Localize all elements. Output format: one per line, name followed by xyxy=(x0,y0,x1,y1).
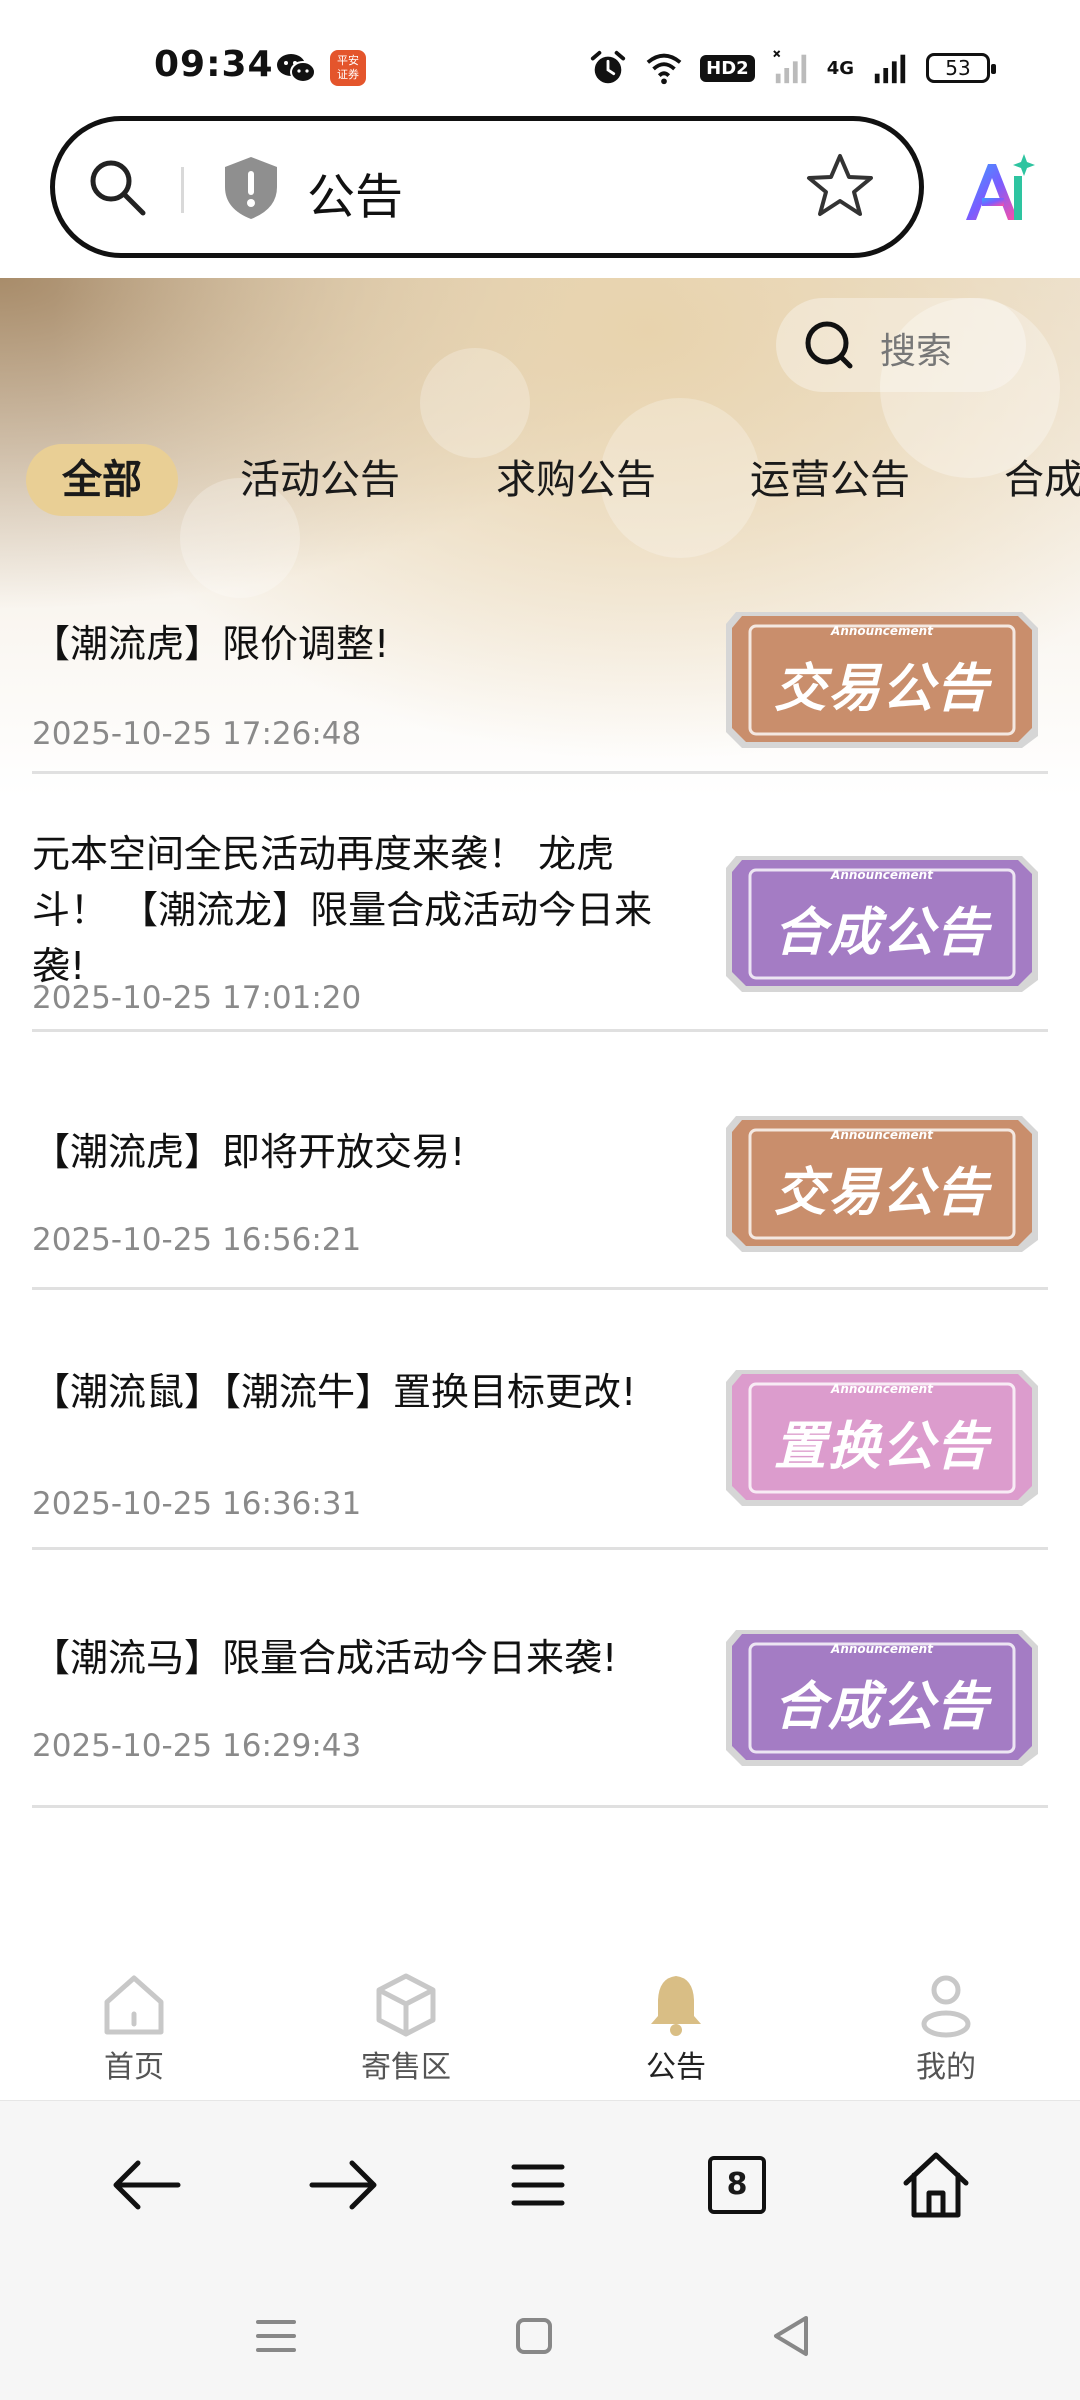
recent-apps-icon[interactable] xyxy=(246,2306,306,2366)
badge-label: 合成公告 xyxy=(773,903,990,963)
nav-label: 寄售区 xyxy=(361,2050,451,2085)
announcement-badge: Announcement 合成公告 xyxy=(722,846,1042,996)
search-icon[interactable] xyxy=(85,155,149,219)
box-icon xyxy=(376,1973,436,2037)
status-icons: HD2 4G 53 xyxy=(588,48,996,88)
badge-label: 交易公告 xyxy=(773,1163,990,1223)
home-icon xyxy=(104,1975,164,2035)
app-bottom-nav: 首页 寄售区 公告 我的 xyxy=(0,1960,1080,2100)
announcement-date: 2025-10-25 17:01:20 xyxy=(32,980,362,1016)
system-nav-bar xyxy=(0,2260,1080,2400)
hd-voice-badge: HD2 xyxy=(700,54,755,82)
announcement-item[interactable]: 【潮流鼠】【潮流牛】置换目标更改! 2025-10-25 16:36:31 An… xyxy=(32,1290,1048,1550)
signal-weak-icon xyxy=(772,50,806,84)
back-arrow-icon[interactable] xyxy=(108,2145,188,2225)
announcement-date: 2025-10-25 16:29:43 xyxy=(32,1728,362,1764)
announcement-badge: Announcement 交易公告 xyxy=(722,602,1042,752)
address-divider xyxy=(181,167,184,213)
announcement-badge: Announcement 交易公告 xyxy=(722,1106,1042,1256)
announcement-item[interactable]: 元本空间全民活动再度来袭！ 龙虎斗！ 【潮流龙】限量合成活动今日来袭! 2025… xyxy=(32,774,1048,1032)
announcement-title: 【潮流鼠】【潮流牛】置换目标更改! xyxy=(32,1370,637,1414)
announcement-search-button[interactable]: 搜索 xyxy=(776,298,1026,392)
home-square-icon[interactable] xyxy=(504,2306,564,2366)
badge-subtitle: Announcement xyxy=(831,624,933,638)
battery-indicator: 53 xyxy=(926,53,996,83)
search-label: 搜索 xyxy=(880,331,953,372)
nav-label: 我的 xyxy=(916,2050,976,2085)
tab-purchase[interactable]: 求购公告 xyxy=(496,444,656,516)
tabs-count-button[interactable]: 8 xyxy=(708,2156,766,2214)
announcement-date: 2025-10-25 16:56:21 xyxy=(32,1222,362,1258)
badge-subtitle: Announcement xyxy=(831,1382,933,1396)
nav-label: 首页 xyxy=(104,2050,164,2085)
security-shield-icon[interactable] xyxy=(221,155,281,221)
search-icon xyxy=(805,321,853,369)
badge-label: 合成公告 xyxy=(773,1677,990,1737)
nav-home[interactable]: 首页 xyxy=(44,1960,224,2100)
announcement-date: 2025-10-25 17:26:48 xyxy=(32,716,362,752)
category-tabs: 全部 活动公告 求购公告 运营公告 合成公告 xyxy=(0,444,1080,524)
announcement-date: 2025-10-25 16:36:31 xyxy=(32,1486,362,1522)
bell-icon xyxy=(651,1976,701,2036)
badge-subtitle: Announcement xyxy=(831,868,933,882)
wifi-icon xyxy=(646,53,682,85)
user-icon xyxy=(921,1975,971,2038)
nav-announcements[interactable]: 公告 xyxy=(586,1960,766,2100)
back-triangle-icon[interactable] xyxy=(762,2306,822,2366)
menu-icon[interactable] xyxy=(498,2145,578,2225)
badge-label: 置换公告 xyxy=(773,1417,990,1477)
status-time: 09:34 xyxy=(154,44,274,85)
announcement-item[interactable]: 【潮流马】限量合成活动今日来袭! 2025-10-25 16:29:43 Ann… xyxy=(32,1550,1048,1808)
browser-toolbar xyxy=(0,2100,1080,2260)
tab-synthesis[interactable]: 合成公告 xyxy=(1004,444,1080,516)
badge-label: 交易公告 xyxy=(773,659,990,719)
tab-activity[interactable]: 活动公告 xyxy=(240,444,400,516)
announcement-badge: Announcement 合成公告 xyxy=(722,1620,1042,1770)
announcement-item[interactable]: 【潮流虎】即将开放交易! 2025-10-25 16:56:21 Announc… xyxy=(32,1032,1048,1290)
announcement-title: 【潮流马】限量合成活动今日来袭! xyxy=(32,1636,618,1680)
address-bar[interactable]: 公告 xyxy=(50,116,924,258)
nav-label: 公告 xyxy=(646,2050,706,2085)
securities-app-badge-text: 平安 证券 xyxy=(337,54,359,81)
signal-strong-icon xyxy=(874,54,906,84)
announcement-badge: Announcement 置换公告 xyxy=(722,1360,1042,1510)
securities-app-icon: 平安 证券 xyxy=(330,50,366,86)
nav-consignment[interactable]: 寄售区 xyxy=(316,1960,496,2100)
badge-subtitle: Announcement xyxy=(831,1642,933,1656)
ai-assistant-icon[interactable] xyxy=(958,150,1038,230)
nav-mine[interactable]: 我的 xyxy=(856,1960,1036,2100)
badge-subtitle: Announcement xyxy=(831,1128,933,1142)
alarm-icon xyxy=(591,50,626,84)
bookmark-star-icon[interactable] xyxy=(805,151,875,221)
status-bar: 09:34 平安 证券 HD2 4G 53 xyxy=(0,0,1080,110)
tab-all[interactable]: 全部 xyxy=(26,444,178,516)
battery-level: 53 xyxy=(945,56,971,80)
announcement-title: 【潮流虎】即将开放交易! xyxy=(32,1130,466,1174)
announcement-title: 元本空间全民活动再度来袭！ 龙虎斗！ 【潮流龙】限量合成活动今日来袭! xyxy=(32,832,653,988)
wechat-icon xyxy=(277,54,316,83)
announcement-item[interactable]: 【潮流虎】限价调整! 2025-10-25 17:26:48 Announcem… xyxy=(32,560,1048,774)
forward-arrow-icon[interactable] xyxy=(302,2145,382,2225)
announcement-title: 【潮流虎】限价调整! xyxy=(32,622,390,666)
tab-operations[interactable]: 运营公告 xyxy=(750,444,910,516)
network-type-label: 4G xyxy=(826,57,854,79)
home-page-icon[interactable] xyxy=(896,2145,976,2225)
address-text[interactable]: 公告 xyxy=(307,157,403,227)
